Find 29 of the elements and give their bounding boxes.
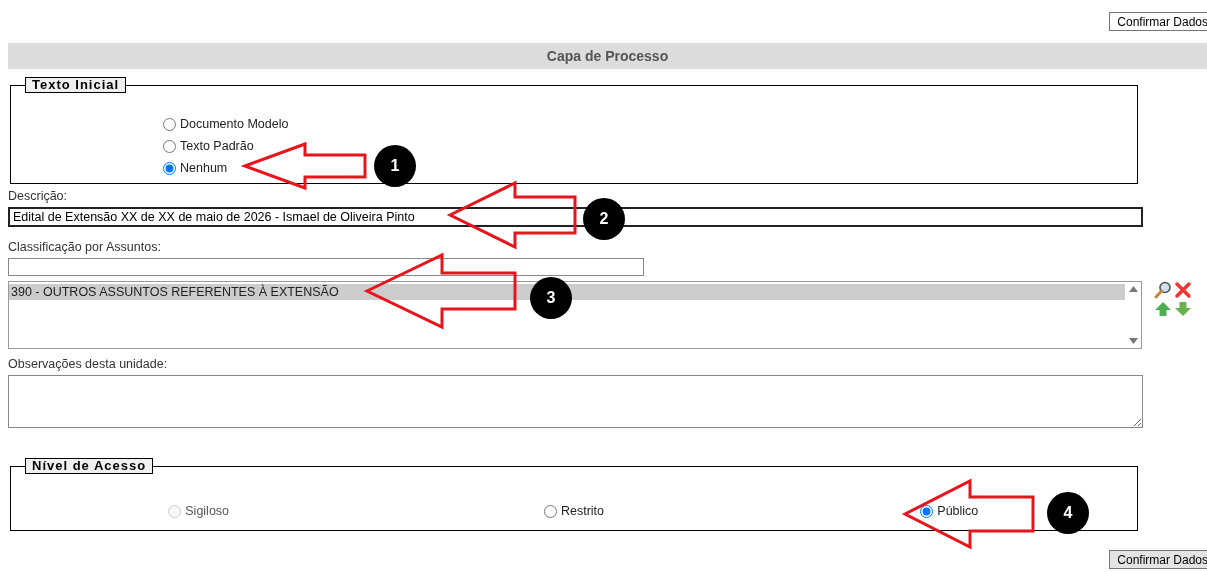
- section-header: Capa de Processo: [8, 43, 1207, 69]
- annotation-number: 1: [374, 145, 416, 187]
- radio-label: Restrito: [560, 504, 605, 518]
- radio-button[interactable]: [920, 504, 934, 518]
- radio-button[interactable]: [163, 161, 176, 175]
- radio-label: Sigiloso: [185, 504, 230, 518]
- radio-button[interactable]: [163, 117, 176, 131]
- radio-button[interactable]: [543, 504, 557, 518]
- radio-label: Documento Modelo: [180, 117, 289, 131]
- radio-label: Texto Padrão: [180, 139, 254, 153]
- scroll-up-icon[interactable]: [1128, 286, 1138, 292]
- confirm-button[interactable]: Confirmar Dados: [1109, 550, 1207, 569]
- field-label: Descrição:: [8, 189, 69, 204]
- radio-button[interactable]: [163, 139, 176, 153]
- radio-label: Nenhum: [180, 161, 228, 175]
- annotation-number: 4: [1047, 492, 1089, 534]
- search-icon[interactable]: [1154, 281, 1172, 299]
- fieldset-legend: Nível de Acesso: [25, 458, 154, 474]
- fieldset-legend: Texto Inicial: [25, 77, 127, 93]
- scroll-down-icon[interactable]: [1128, 338, 1138, 344]
- annotation-number: 2: [583, 198, 625, 240]
- radio-label: Público: [937, 504, 979, 518]
- remove-icon[interactable]: [1174, 281, 1192, 299]
- confirm-button[interactable]: Confirmar Dados: [1109, 12, 1207, 31]
- notes-textarea[interactable]: [8, 375, 1143, 428]
- subject-search-input[interactable]: [8, 258, 644, 276]
- field-label: Classificação por Assuntos:: [8, 240, 162, 255]
- field-label: Observações desta unidade:: [8, 357, 169, 372]
- annotation-number: 3: [530, 277, 572, 319]
